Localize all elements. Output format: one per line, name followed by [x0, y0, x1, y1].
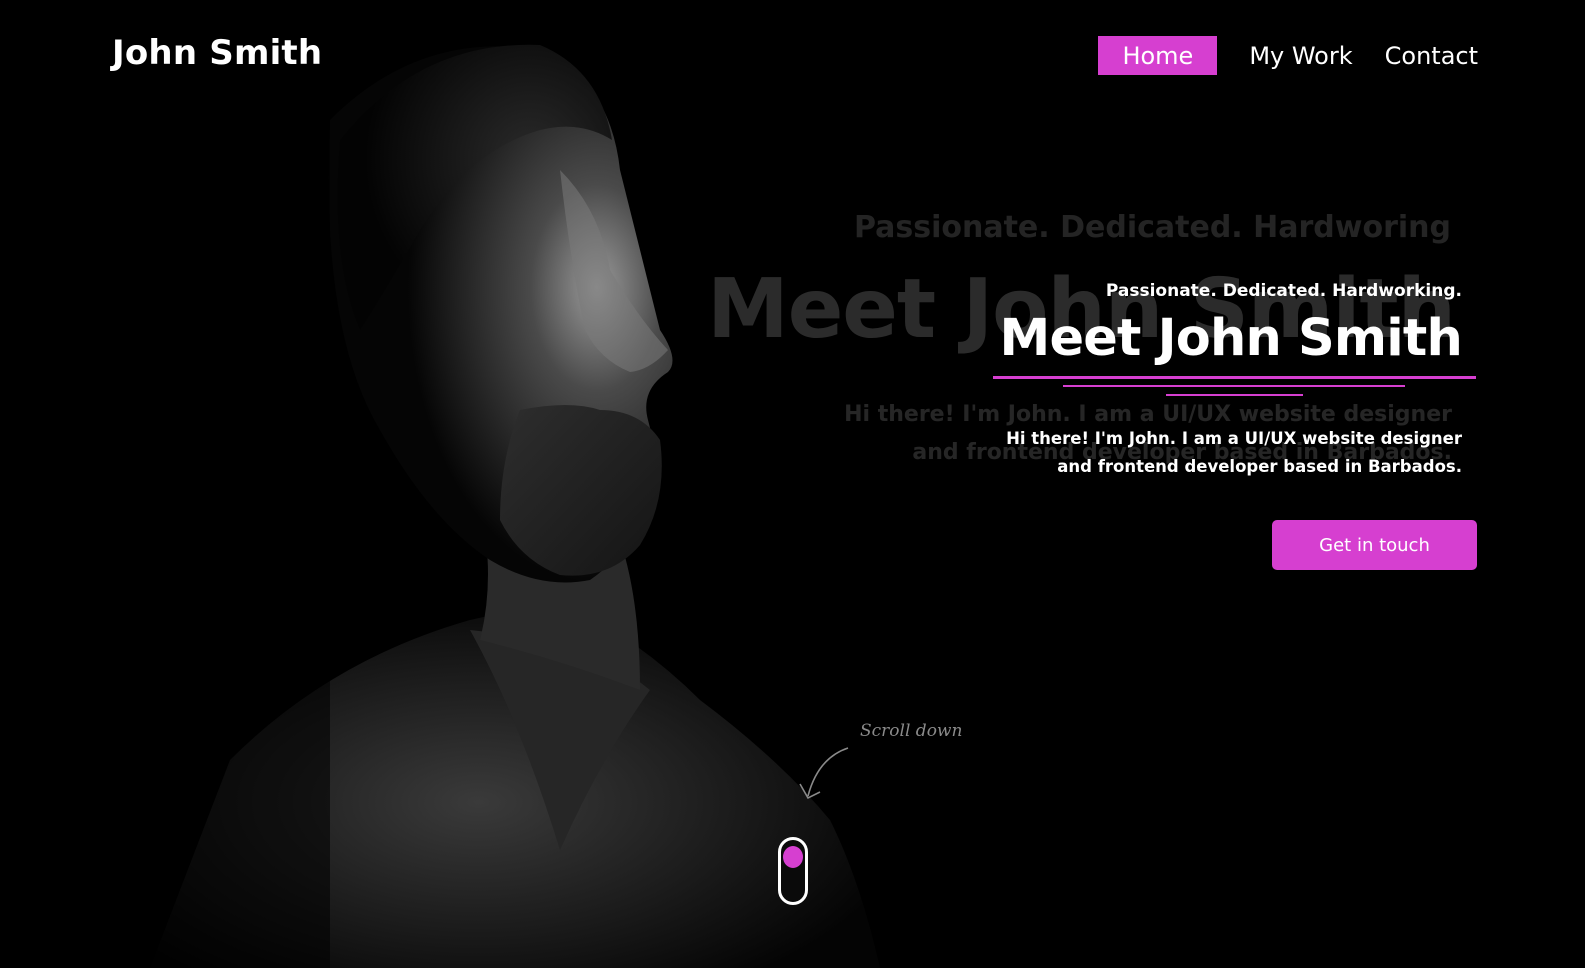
nav-my-work-link[interactable]: My Work	[1249, 37, 1352, 75]
hero-tagline: Passionate. Dedicated. Hardworking.	[1105, 281, 1462, 301]
nav-home-link[interactable]: Home	[1098, 36, 1218, 75]
scroll-down-hint: Scroll down	[860, 721, 963, 741]
title-underline-short	[1166, 394, 1303, 396]
hero-intro-line-2: and frontend developer based in Barbados…	[1057, 457, 1462, 476]
title-underline-medium	[1063, 385, 1405, 387]
brand-logo[interactable]: John Smith	[112, 33, 322, 73]
mouse-scroll-icon[interactable]	[778, 837, 808, 905]
portrait-image	[0, 0, 880, 968]
hero-page: John Smith Home My Work Contact Passiona…	[0, 0, 1585, 968]
ghost-tagline: Passionate. Dedicated. Hardworing	[853, 210, 1451, 245]
hero-intro: Hi there! I'm John. I am a UI/UX website…	[1006, 425, 1462, 481]
curved-arrow-icon	[799, 747, 849, 800]
main-nav: Home My Work Contact	[1098, 36, 1478, 75]
title-underline-long	[993, 376, 1476, 379]
nav-contact-link[interactable]: Contact	[1385, 37, 1478, 75]
get-in-touch-button[interactable]: Get in touch	[1272, 520, 1477, 570]
hero-intro-line-1: Hi there! I'm John. I am a UI/UX website…	[1006, 429, 1462, 448]
hero-title: Meet John Smith	[999, 309, 1463, 368]
mouse-scroll-dot	[783, 846, 803, 868]
